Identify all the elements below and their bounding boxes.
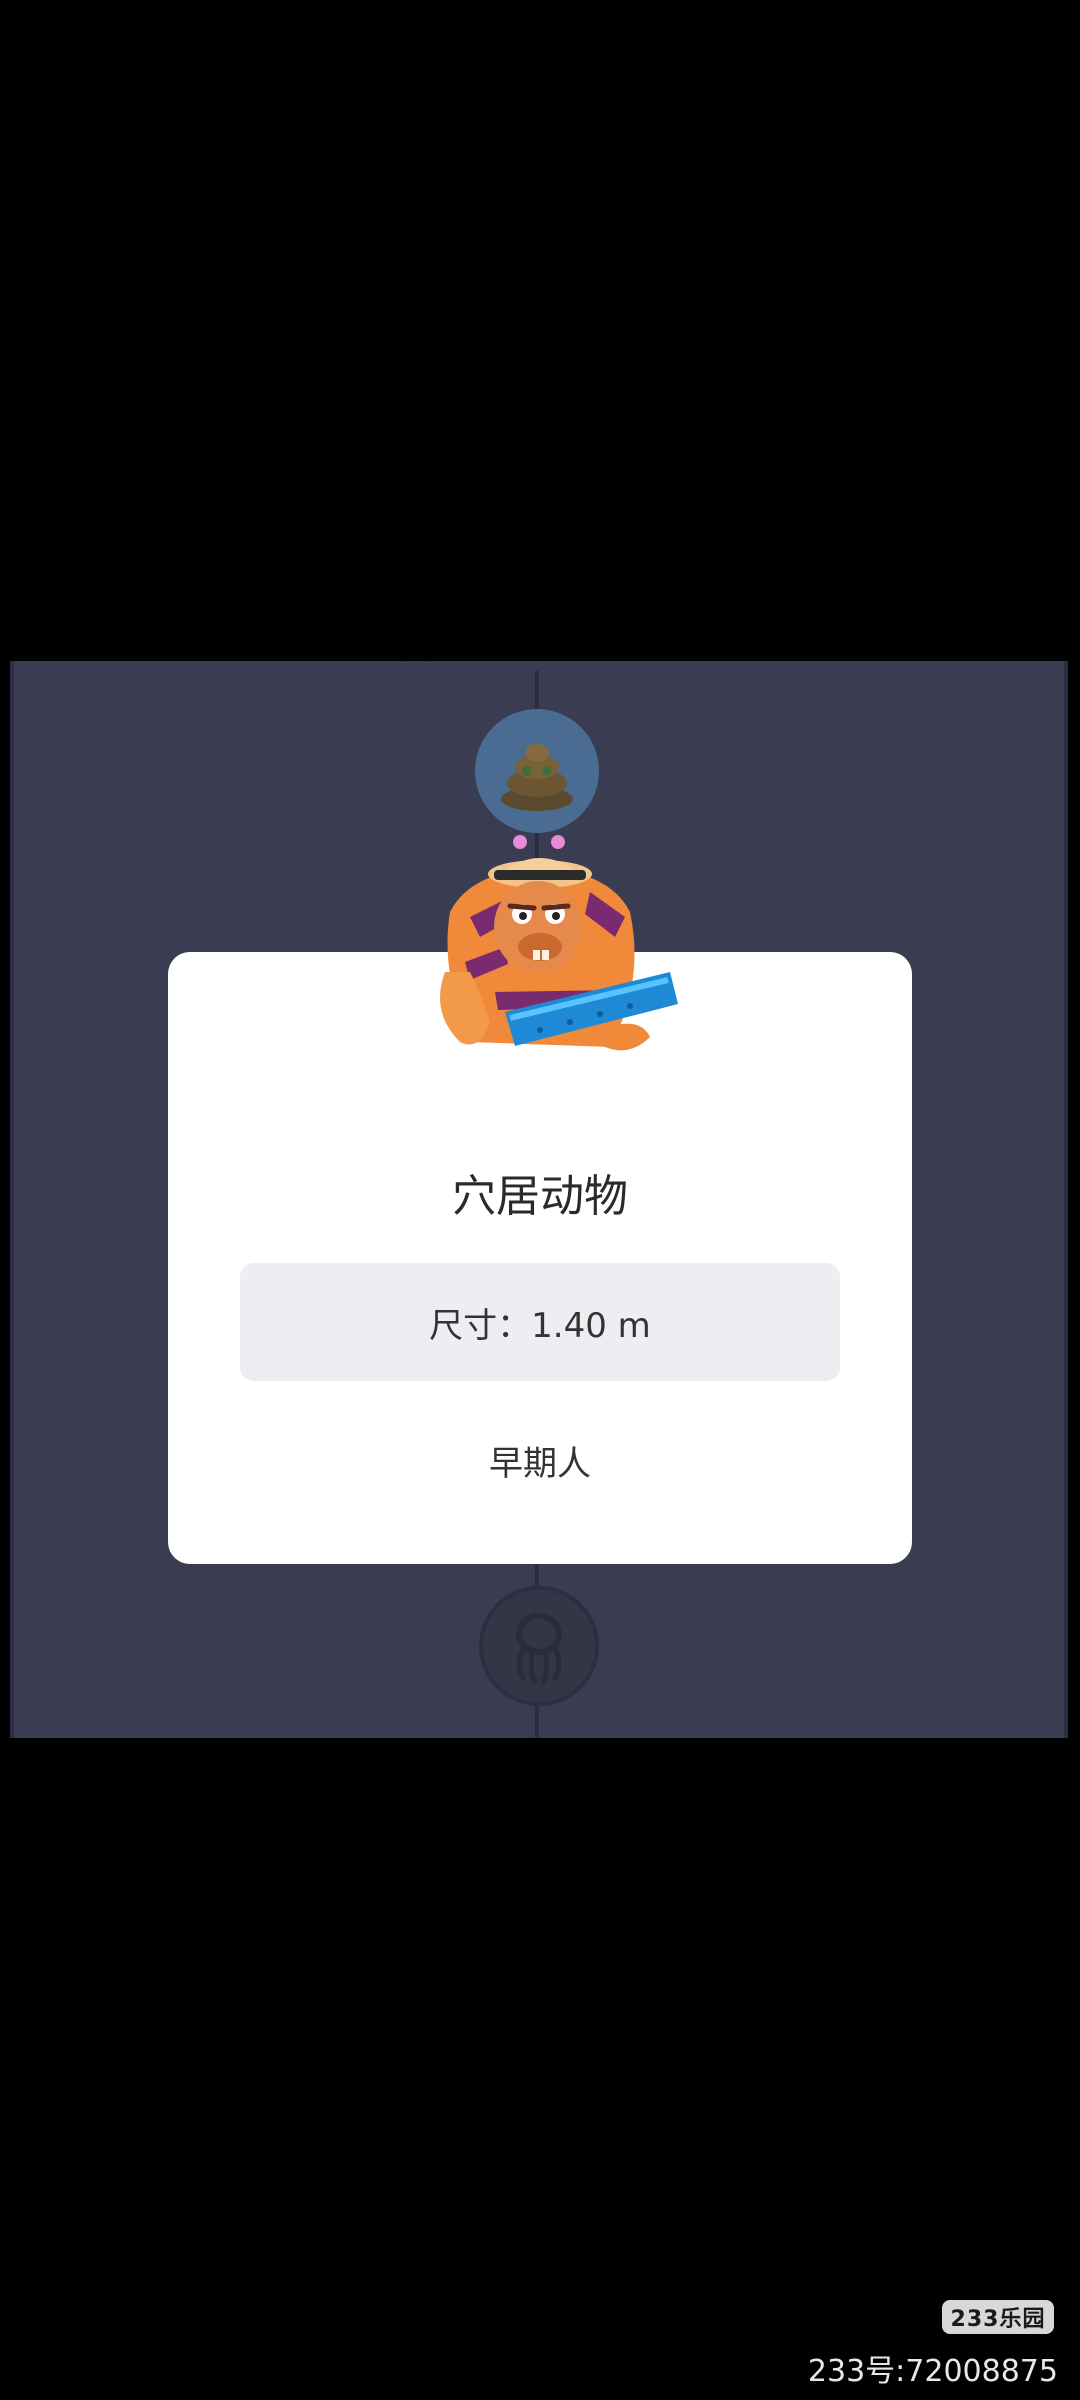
screen: ⋯ <box>0 0 1080 2400</box>
octopus-silhouette-icon <box>479 1586 599 1706</box>
path-connector-top <box>535 671 539 711</box>
cut-off-heading: ⋯ <box>400 661 436 679</box>
watermark-badge: 233乐园 <box>942 2300 1054 2334</box>
caveman-character-icon <box>440 835 678 1051</box>
path-connector-bottom <box>535 1706 539 1738</box>
size-text: 尺寸：1.40 m <box>429 1305 651 1346</box>
evolution-node-previous[interactable] <box>475 709 599 833</box>
creature-name: 穴居动物 <box>452 1171 628 1222</box>
poop-creature-icon <box>501 744 573 811</box>
size-info-box: 尺寸：1.40 m <box>240 1263 840 1381</box>
era-label: 早期人 <box>489 1444 591 1484</box>
caveman-portrait <box>410 822 680 1072</box>
watermark-id: 233号:72008875 <box>807 2354 1058 2389</box>
evolution-node-next[interactable] <box>479 1586 599 1706</box>
